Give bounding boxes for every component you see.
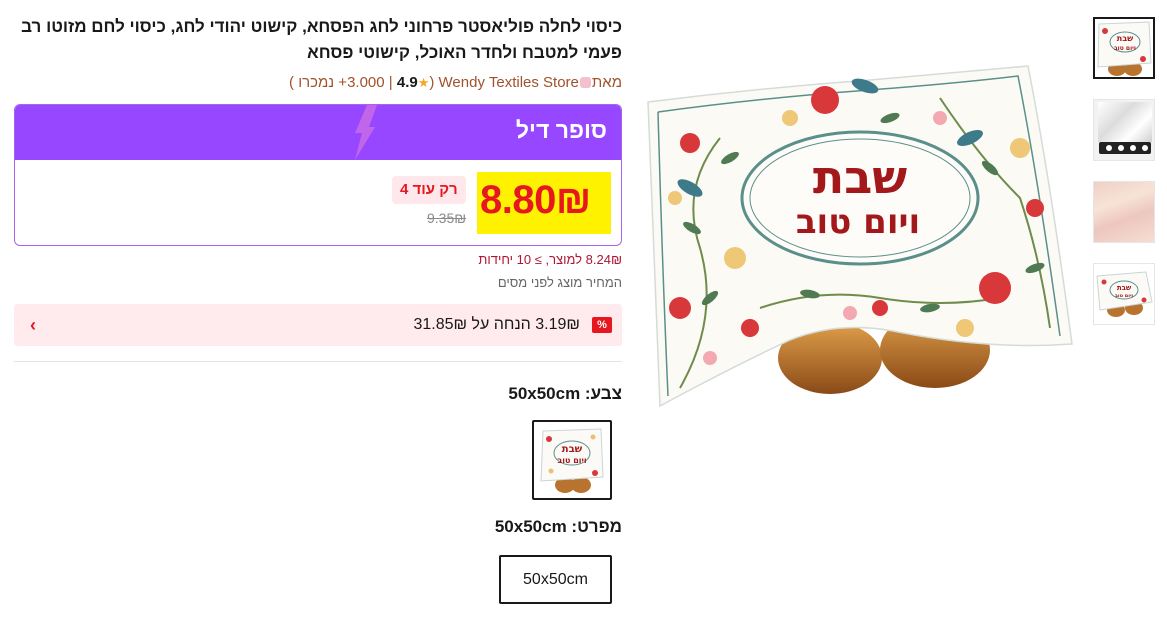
svg-text:שבת: שבת xyxy=(1117,34,1133,43)
svg-text:ויום טוב: ויום טוב xyxy=(1114,45,1136,52)
spec-option-button[interactable]: 50x50cm xyxy=(499,555,612,604)
current-price: 8.80₪ xyxy=(480,178,591,222)
store-close-paren: ) xyxy=(289,74,295,91)
svg-text:ויום טוב: ויום טוב xyxy=(1115,293,1134,299)
svg-text:ויום טוב: ויום טוב xyxy=(557,456,587,465)
separator: | xyxy=(388,74,393,91)
coupon-bar[interactable]: % 3.19₪ הנחה על 31.85₪ › xyxy=(14,304,622,346)
product-info: כיסוי לחלה פוליאסטר פרחוני לחג הפסחא, קי… xyxy=(14,14,622,604)
original-price: 9.35₪ xyxy=(427,210,467,226)
store-open-paren: ( xyxy=(429,74,435,91)
thumbnail-1[interactable]: שבת ויום טוב xyxy=(1093,17,1155,79)
super-deal-box: סופר דיל רק עוד 4 8.80₪ 9.35₪ xyxy=(14,104,622,246)
thumbnail-4[interactable]: שבת ויום טוב xyxy=(1093,263,1155,325)
product-thumb-alt-icon: שבת ויום טוב xyxy=(1096,271,1153,317)
store-from-label: מאת xyxy=(591,74,622,91)
color-label: צבע: 50x50cm xyxy=(508,384,622,403)
image-text-line1: שבת xyxy=(813,150,907,204)
divider xyxy=(14,361,622,362)
thumbnail-gallery: שבת ויום טוב שבת ויום טוב xyxy=(1093,17,1155,345)
rating-value: 4.9 xyxy=(396,74,418,91)
color-option-thumbnail[interactable]: שבת ויום טוב xyxy=(532,420,612,500)
sold-label: נמכרו xyxy=(298,74,335,91)
price-area: רק עוד 4 8.80₪ 9.35₪ xyxy=(15,160,621,245)
store-icon xyxy=(579,77,591,88)
main-product-image: שבת ויום טוב xyxy=(647,65,1073,408)
rating-suffix: + xyxy=(338,74,348,91)
sold-count: 3.000 xyxy=(347,74,385,91)
product-thumb-icon: שבת ויום טוב xyxy=(1097,21,1152,76)
bulk-price-note: 8.24₪ למוצר, ≥ 10 יחידות xyxy=(478,252,622,267)
svg-text:שבת: שבת xyxy=(562,444,583,455)
chevron-left-icon: › xyxy=(30,315,36,335)
product-title: כיסוי לחלה פוליאסטר פרחוני לחג הפסחא, קי… xyxy=(21,17,622,62)
percent-icon: % xyxy=(592,317,612,333)
coupon-text: 3.19₪ הנחה על 31.85₪ xyxy=(413,316,580,333)
star-icon: ★ xyxy=(417,75,430,90)
product-mini-icon: שבת ויום טוב xyxy=(540,428,604,493)
image-text-line2: ויום טוב xyxy=(796,202,920,242)
svg-text:שבת: שבת xyxy=(1117,284,1132,292)
store-line: מאת Wendy Textiles Store (★ 3.000 | 4.9 + נ… xyxy=(14,70,622,96)
stock-left-badge: רק עוד 4 xyxy=(392,176,466,204)
spec-label: מפרט: 50x50cm xyxy=(494,517,622,536)
thumbnail-3[interactable] xyxy=(1093,181,1155,243)
tax-note: המחיר מוצג לפני מסים xyxy=(497,275,622,290)
lightning-icon xyxy=(355,105,377,160)
store-name-link[interactable]: Wendy Textiles Store xyxy=(439,74,579,91)
super-deal-header: סופר דיל xyxy=(15,105,621,160)
super-deal-label: סופר דיל xyxy=(515,117,607,143)
thumbnail-2[interactable] xyxy=(1093,99,1155,161)
